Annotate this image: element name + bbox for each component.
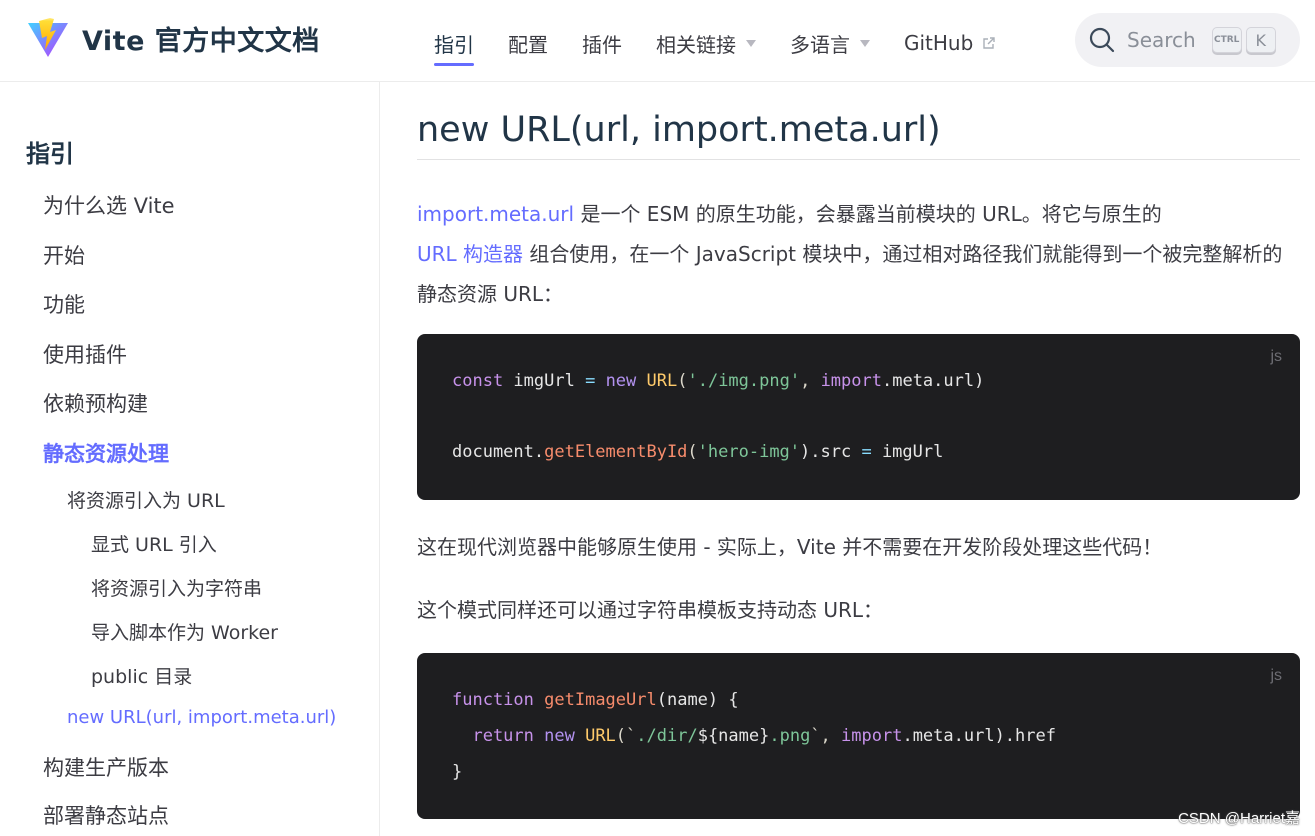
- nav-link-label: 插件: [582, 32, 622, 57]
- sidebar-item-getting-started[interactable]: 开始: [43, 240, 85, 270]
- sidebar-item-build[interactable]: 构建生产版本: [43, 752, 169, 782]
- title-divider: [417, 159, 1300, 160]
- nav-link-label: 指引: [434, 32, 474, 57]
- nav-links: 指引 配置 插件 相关链接 多语言 GitHub: [434, 26, 1031, 66]
- caret-down-icon: [746, 39, 756, 47]
- code-lang-label: js: [1270, 667, 1282, 684]
- code-line: return new URL(`./dir/${name}.png`, impo…: [452, 726, 1056, 746]
- shortcut-k-key: K: [1245, 27, 1276, 53]
- brand-title: Vite 官方中文文档: [82, 25, 320, 57]
- sidebar-item-public-dir[interactable]: public 目录: [91, 662, 192, 689]
- brand[interactable]: Vite 官方中文文档: [26, 16, 320, 60]
- sidebar-item-static-assets[interactable]: 静态资源处理: [43, 438, 169, 468]
- nav-link-guide[interactable]: 指引: [434, 26, 474, 66]
- external-link-icon: [983, 37, 996, 49]
- nav-link-label: GitHub: [904, 31, 974, 55]
- sidebar-item-explicit-url-imports[interactable]: 显式 URL 引入: [91, 530, 217, 557]
- vite-logo-icon: [28, 18, 68, 57]
- sidebar-item-using-plugins[interactable]: 使用插件: [43, 339, 127, 369]
- code-block-1: js const imgUrl = new URL('./img.png', i…: [417, 334, 1300, 500]
- sidebar-item-import-as-url[interactable]: 将资源引入为 URL: [67, 486, 225, 513]
- code-line: document.getElementById('hero-img').src …: [452, 442, 944, 462]
- code-block-2: js function getImageUrl(name) { return n…: [417, 653, 1300, 819]
- nav-link-languages[interactable]: 多语言: [790, 26, 870, 60]
- paragraph-intro: import.meta.url 是一个 ESM 的原生功能，会暴露当前模块的 U…: [417, 194, 1300, 314]
- paragraph-native-support: 这在现代浏览器中能够原生使用 - 实际上，Vite 并不需要在开发阶段处理这些代…: [417, 535, 1163, 559]
- search-placeholder: Search: [1127, 28, 1196, 52]
- search-icon: [1089, 27, 1115, 53]
- code-line: function getImageUrl(name) {: [452, 690, 739, 710]
- sidebar-item-static-deploy[interactable]: 部署静态站点: [43, 800, 169, 830]
- paragraph-text: 组合使用，在一个 JavaScript 模块中，通过相对路径我们就能得到一个被完…: [417, 242, 1283, 306]
- sidebar: 指引 为什么选 Vite 开始 功能 使用插件 依赖预构建 静态资源处理 将资源…: [0, 82, 380, 836]
- sidebar-item-dep-pre-bundling[interactable]: 依赖预构建: [43, 388, 148, 418]
- nav-link-plugins[interactable]: 插件: [582, 26, 622, 60]
- code-lang-label: js: [1270, 348, 1282, 365]
- caret-down-icon: [860, 39, 870, 47]
- sidebar-item-import-as-worker[interactable]: 导入脚本作为 Worker: [91, 618, 278, 645]
- paragraph-text: 是一个 ESM 的原生功能，会暴露当前模块的 URL。将它与原生的: [574, 202, 1162, 226]
- nav-link-config[interactable]: 配置: [508, 26, 548, 60]
- nav-link-github[interactable]: GitHub: [904, 26, 997, 60]
- watermark: CSDN @Harriet嘉: [1178, 810, 1300, 827]
- nav-link-label: 配置: [508, 32, 548, 57]
- nav-link-related-links[interactable]: 相关链接: [656, 26, 756, 60]
- search-button[interactable]: Search CTRL K: [1075, 13, 1300, 67]
- code-line: }: [452, 762, 463, 782]
- paragraph-dynamic-url: 这个模式同样还可以通过字符串模板支持动态 URL：: [417, 598, 884, 622]
- import-meta-url-link[interactable]: import.meta.url: [417, 202, 574, 226]
- sidebar-item-new-url[interactable]: new URL(url, import.meta.url): [67, 707, 336, 728]
- sidebar-item-features[interactable]: 功能: [43, 289, 85, 319]
- nav-link-label: 相关链接: [656, 32, 736, 57]
- url-constructor-link[interactable]: URL 构造器: [417, 242, 523, 266]
- sidebar-heading: 指引: [26, 140, 74, 168]
- page-title: new URL(url, import.meta.url): [417, 110, 941, 150]
- sidebar-item-why-vite[interactable]: 为什么选 Vite: [43, 190, 175, 220]
- sidebar-item-import-as-string[interactable]: 将资源引入为字符串: [91, 574, 262, 601]
- shortcut-ctrl-key: CTRL: [1211, 27, 1242, 53]
- code-line: const imgUrl = new URL('./img.png', impo…: [452, 371, 985, 391]
- top-navbar: Vite 官方中文文档 指引 配置 插件 相关链接 多语言 GitHub Sea…: [0, 0, 1315, 82]
- nav-link-label: 多语言: [790, 32, 850, 57]
